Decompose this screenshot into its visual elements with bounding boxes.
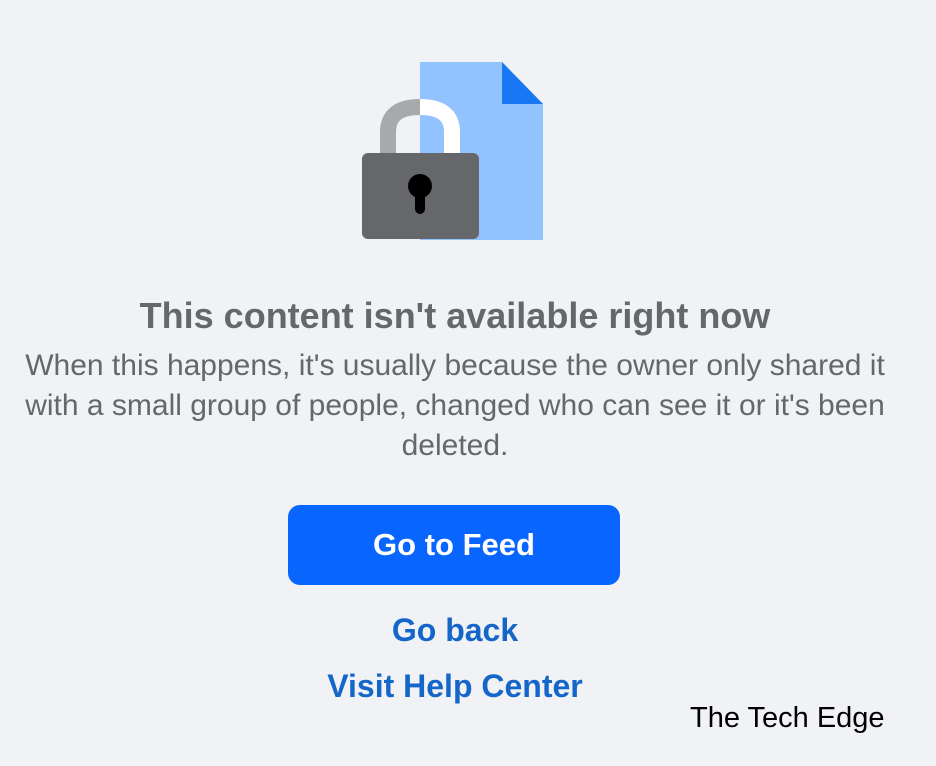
go-back-link[interactable]: Go back [0,610,910,650]
go-to-feed-button[interactable]: Go to Feed [288,505,620,585]
page-title: This content isn't available right now [139,295,771,336]
document-fold [502,62,543,104]
description-text: When this happens, it's usually because … [25,349,885,462]
locked-document-icon [360,60,546,242]
watermark-text: The Tech Edge [690,702,885,734]
